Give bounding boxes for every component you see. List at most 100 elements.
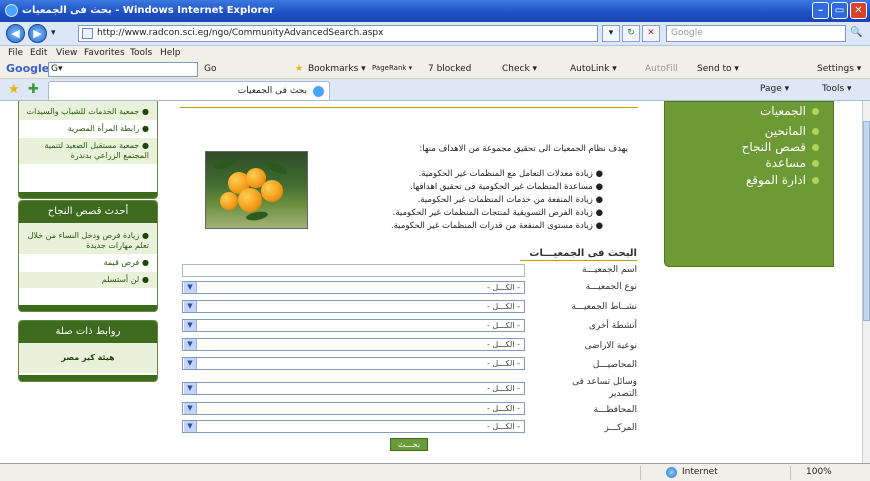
goal-item: ● زيادة المنفعة من خدمات المنظمات غير ال… — [417, 195, 603, 205]
search-button[interactable]: بحـــث — [390, 438, 428, 451]
settings-button[interactable]: Settings ▾ — [817, 64, 861, 74]
nav-item-ngos[interactable]: الجمعيات — [760, 104, 819, 118]
history-dropdown-icon[interactable]: ▾ — [51, 28, 56, 38]
governorate-select[interactable]: ▼ - الكـــل - — [182, 402, 525, 415]
chevron-down-icon[interactable]: ▼ — [184, 383, 197, 394]
protected-mode-icon — [640, 466, 660, 480]
sidebar-box-footer — [19, 192, 157, 198]
favorites-star-icon[interactable]: ★ — [8, 82, 20, 97]
land-type-select[interactable]: ▼ - الكـــل - — [182, 338, 525, 351]
google-go-button[interactable]: Go — [204, 64, 216, 74]
refresh-button[interactable]: ↻ — [622, 25, 640, 42]
google-toolbar: Google G▾ Go ★ Bookmarks ▾ PageRank ▾ 7 … — [0, 61, 870, 79]
bookmarks-button[interactable]: Bookmarks ▾ — [308, 64, 366, 74]
menu-help[interactable]: Help — [160, 48, 181, 58]
chevron-down-icon[interactable]: ▼ — [184, 403, 197, 414]
menu-file[interactable]: File — [8, 48, 23, 58]
tab-bar: ★ ✚ بحث فى الجمعيات Page ▾ Tools ▾ — [0, 79, 870, 101]
nav-item-site-admin[interactable]: ادارة الموقع — [746, 173, 819, 187]
center-label: المركـــز — [604, 423, 637, 433]
bullet-icon — [812, 144, 819, 151]
menu-favorites[interactable]: Favorites — [84, 48, 125, 58]
maximize-button[interactable]: ▭ — [831, 2, 848, 19]
story-item[interactable]: ● لن أستسلم — [19, 272, 157, 289]
chevron-down-icon[interactable]: ▼ — [184, 339, 197, 350]
menu-edit[interactable]: Edit — [30, 48, 47, 58]
forward-button[interactable]: ▶ — [28, 24, 47, 43]
zoom-level[interactable]: 100% — [806, 467, 832, 477]
other-activities-select[interactable]: ▼ - الكـــل - — [182, 319, 525, 332]
bullet-icon — [812, 108, 819, 115]
sidebar-box-ngos: ● جمعية الخدمات للشباب والسيدات ● رابطة … — [18, 101, 158, 199]
vertical-scrollbar[interactable] — [862, 101, 870, 463]
spell-check-button[interactable]: Check ▾ — [502, 64, 537, 74]
ie-logo-icon — [5, 4, 18, 17]
scrollbar-thumb[interactable] — [863, 121, 870, 321]
page-icon — [82, 28, 93, 39]
type-select[interactable]: ▼ - الكـــل - — [182, 281, 525, 294]
url-dropdown-icon[interactable]: ▾ — [602, 25, 620, 42]
other-activities-label: أنشطة أخرى — [588, 321, 637, 331]
status-bar: Internet 100% — [0, 463, 870, 481]
menu-view[interactable]: View — [56, 48, 77, 58]
chevron-down-icon[interactable]: ▼ — [184, 320, 197, 331]
bullet-icon — [812, 160, 819, 167]
sidebar-box-footer — [19, 375, 157, 381]
minimize-button[interactable]: – — [812, 2, 829, 19]
search-title-underline — [520, 260, 637, 261]
nav-item-help[interactable]: مساعدة — [765, 156, 819, 170]
tab-page-icon — [313, 86, 324, 97]
sidebar-ngo-item[interactable]: ● جمعية الخدمات للشباب والسيدات — [19, 101, 157, 121]
related-link-item[interactable]: هيئة كير مصر — [19, 343, 157, 374]
live-search-input[interactable]: Google — [666, 25, 846, 42]
story-item[interactable]: ● فرص قيمة — [19, 255, 157, 272]
globe-icon — [666, 467, 677, 478]
story-item[interactable]: ● زيادة فرص ودخل النساء من خلال تعلم مها… — [19, 223, 157, 255]
tab-active[interactable]: بحث فى الجمعيات — [48, 81, 330, 100]
export-select[interactable]: ▼ - الكـــل - — [182, 382, 525, 395]
type-label: نوع الجمعيـــة — [585, 282, 637, 292]
back-button[interactable]: ◀ — [6, 24, 25, 43]
google-search-input[interactable]: G▾ — [48, 62, 198, 77]
google-logo: Google — [6, 62, 50, 75]
url-input[interactable]: http://www.radcon.sci.eg/ngo/CommunityAd… — [78, 25, 598, 42]
goal-item: ● زيادة الفرص التسويقية لمنتجات المنظمات… — [392, 208, 603, 218]
name-label: اسم الجمعيـــة — [582, 265, 637, 275]
nav-item-success-stories[interactable]: قصص النجاح — [742, 140, 819, 154]
activity-label: نشــاط الجمعيـــة — [571, 302, 637, 312]
success-stories-title: أحدث قصص النجاح — [19, 201, 157, 223]
sidebar-ngo-item[interactable]: ● جمعية مستقبل الصعيد لتنمية المجتمع الز… — [19, 138, 157, 165]
goal-item: ● مساعدة المنظمات غير الحكومية فى تحقيق … — [410, 182, 603, 192]
sidebar-ngo-item[interactable]: ● رابطة المرأة المصرية — [19, 121, 157, 138]
sidebar-box-success-stories: أحدث قصص النجاح ● زيادة فرص ودخل النساء … — [18, 200, 158, 312]
chevron-down-icon[interactable]: ▼ — [184, 282, 197, 293]
nav-item-donors[interactable]: المانحين — [765, 124, 819, 138]
search-go-icon[interactable]: 🔍 — [850, 27, 862, 38]
crops-select[interactable]: ▼ - الكـــل - — [182, 357, 525, 370]
right-navigation: الجمعيات المانحين قصص النجاح مساعدة ادار… — [664, 101, 834, 267]
crops-label: المحاصيـــل — [592, 360, 637, 370]
page-content: ● جمعية الخدمات للشباب والسيدات ● رابطة … — [0, 101, 862, 463]
popup-blocked-button[interactable]: 7 blocked — [428, 64, 471, 74]
tools-menu-button[interactable]: Tools ▾ — [822, 84, 852, 94]
search-title: البحث فى الجمعيـــات — [529, 248, 637, 259]
intro-text: يهدف نظام الجمعيات الى تحقيق مجموعة من ا… — [419, 144, 628, 154]
name-input[interactable] — [182, 264, 525, 277]
governorate-label: المحافظـــة — [593, 405, 637, 415]
menu-tools[interactable]: Tools — [130, 48, 152, 58]
chevron-down-icon[interactable]: ▼ — [184, 421, 197, 432]
stop-button[interactable]: ✕ — [642, 25, 660, 42]
bullet-icon — [812, 128, 819, 135]
close-button[interactable]: ✕ — [850, 2, 867, 19]
autofill-button[interactable]: AutoFill — [645, 64, 678, 74]
activity-select[interactable]: ▼ - الكـــل - — [182, 300, 525, 313]
pagerank-button[interactable]: PageRank ▾ — [372, 64, 412, 72]
window-title-bar[interactable]: بحث فى الجمعيات - Windows Internet Explo… — [0, 0, 870, 22]
chevron-down-icon[interactable]: ▼ — [184, 301, 197, 312]
autolink-button[interactable]: AutoLink ▾ — [570, 64, 617, 74]
chevron-down-icon[interactable]: ▼ — [184, 358, 197, 369]
page-menu-button[interactable]: Page ▾ — [760, 84, 789, 94]
center-select[interactable]: ▼ - الكـــل - — [182, 420, 525, 433]
sendto-button[interactable]: Send to ▾ — [697, 64, 739, 74]
add-favorite-icon[interactable]: ✚ — [28, 82, 39, 97]
